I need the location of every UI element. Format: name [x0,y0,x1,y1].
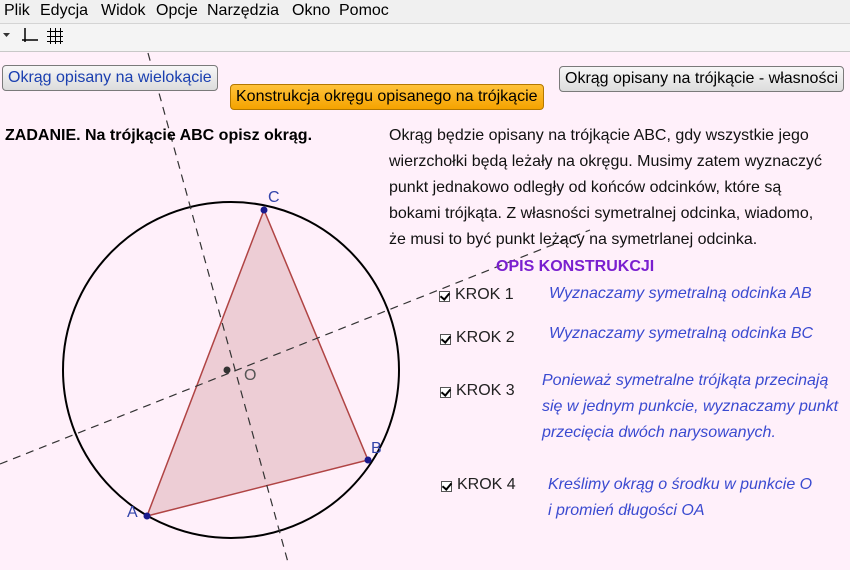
description-line: punkt jednakowo odległy od końców odcink… [389,179,782,196]
step-1-checkbox[interactable] [439,291,450,302]
step-1-label: KROK 1 [455,286,514,303]
construction-button[interactable]: Konstrukcja okręgu opisanego na trójkąci… [230,84,544,110]
step-2-text-line: Wyznaczamy symetralną odcinka BC [549,325,814,342]
step-3-text-line: przecięcia dwóch narysowanych. [542,424,776,441]
menu-narzedzia[interactable]: Narzędzia [207,2,279,20]
step-4-text: Kreślimy okrąg o środku w punkcie O i pr… [548,472,812,524]
step-3-text-line: się w jednym punkcie, wyznaczamy punkt [542,398,839,415]
menu-plik[interactable]: Plik [4,2,30,20]
menu-pomoc[interactable]: Pomoc [339,2,389,20]
menu-edycja[interactable]: Edycja [40,2,88,20]
step-4-label: KROK 4 [457,476,516,493]
step-4-text-line: Kreślimy okrąg o środku w punkcie O [548,476,813,493]
step-4-text-line: i promień długości OA [548,502,705,519]
step-2-checkbox[interactable] [440,334,451,345]
step-3-text: Ponieważ symetralne trójkąta przecinają … [542,368,838,446]
step-2-label: KROK 2 [456,329,515,346]
step-1-text-line: Wyznaczamy symetralną odcinka AB [549,285,812,302]
construction-title: OPIS KONSTRUKCJI [496,258,655,275]
menu-opcje[interactable]: Opcje [156,2,198,20]
axes-icon[interactable] [21,27,39,50]
menu-widok[interactable]: Widok [101,2,145,20]
step-3-text-line: Ponieważ symetralne trójkąta przecinają [542,372,829,389]
description: Okrąg będzie opisany na trójkącie ABC, g… [389,123,849,253]
step-3-checkbox[interactable] [440,387,451,398]
dropdown-arrow-icon[interactable] [2,26,12,44]
step-1-text: Wyznaczamy symetralną odcinka AB [549,281,812,307]
polygon-circle-button[interactable]: Okrąg opisany na wielokącie [2,65,218,91]
step-2-text: Wyznaczamy symetralną odcinka BC [549,321,813,347]
properties-button[interactable]: Okrąg opisany na trójkącie - własności [559,66,845,92]
menu-okno[interactable]: Okno [292,2,330,20]
step-4-checkbox[interactable] [441,481,452,492]
description-line: wierzchołki będą leżały na okręgu. Musim… [389,153,823,170]
description-line: bokami trójkąta. Z własności symetralnej… [389,205,814,222]
menu-bar: Plik Edycja Widok Opcje Narzędzia Okno P… [0,0,850,24]
description-line: że musi to być punkt leżący na symetrlan… [389,231,758,248]
toolbar [0,24,850,52]
grid-icon[interactable] [46,27,64,50]
description-line: Okrąg będzie opisany na trójkącie ABC, g… [389,127,809,144]
task-heading: ZADANIE. Na trójkącie ABC opisz okrąg. [5,127,313,144]
step-3-label: KROK 3 [456,382,515,399]
